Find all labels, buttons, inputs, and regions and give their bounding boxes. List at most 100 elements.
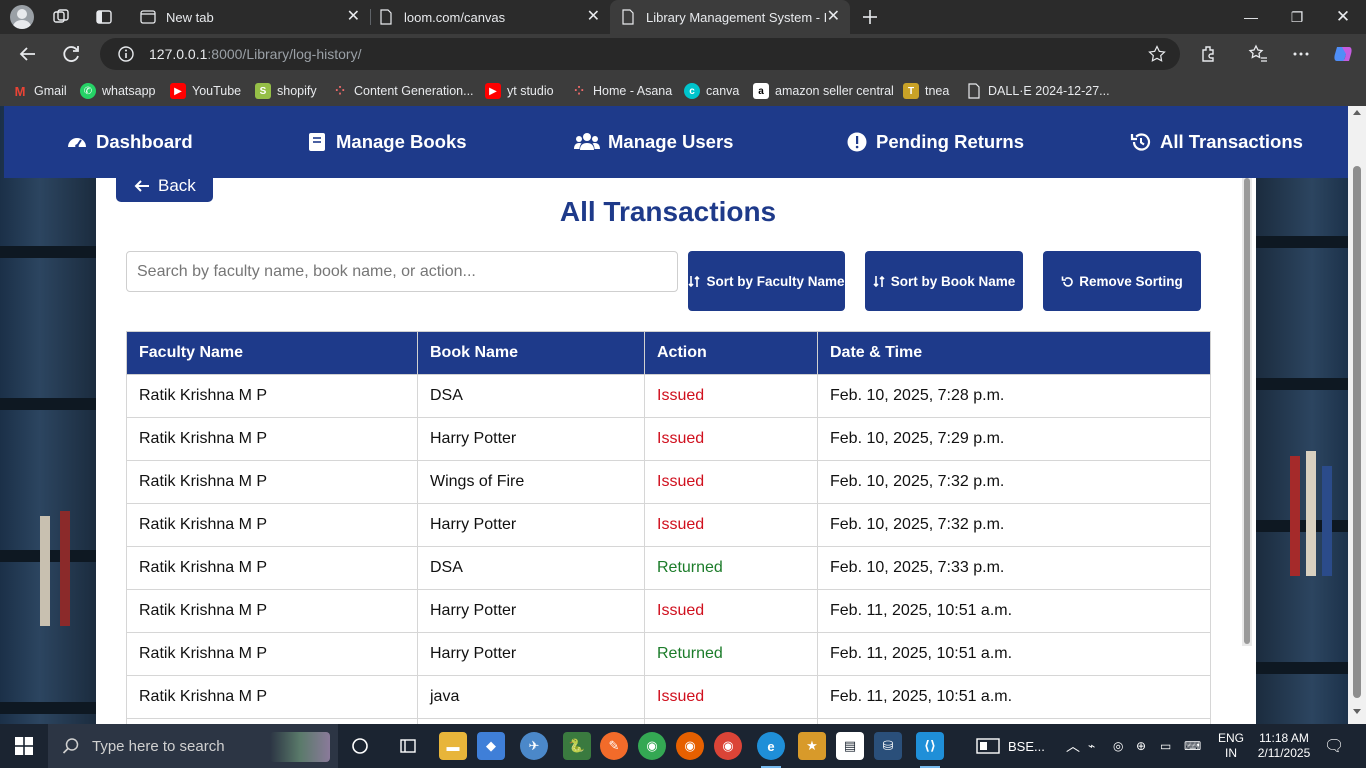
clock-time: 11:18 AM <box>1259 731 1309 745</box>
document-icon <box>622 9 634 25</box>
back-button-label: Back <box>158 176 196 195</box>
bookshelf-background-left <box>0 106 100 724</box>
bookmark-youtube[interactable]: ▶ YouTube <box>170 82 241 100</box>
tab-loom[interactable]: loom.com/canvas ✕ <box>370 0 610 34</box>
bookmark-tnea[interactable]: Ttnea <box>903 82 949 100</box>
bookmark-shopify[interactable]: Sshopify <box>255 82 317 100</box>
back-arrow-icon[interactable] <box>17 43 39 65</box>
search-input[interactable] <box>126 251 678 292</box>
bookmark-canva[interactable]: c canva <box>684 82 739 100</box>
edge-icon[interactable]: e <box>757 732 785 768</box>
documents-icon[interactable]: ▤ <box>836 732 864 760</box>
globe-icon[interactable]: ⊕ <box>1136 724 1146 768</box>
chrome-profile-icon[interactable]: ◉ <box>714 732 742 760</box>
restore-icon[interactable]: ❐ <box>1274 0 1320 34</box>
nav-dashboard-label: Dashboard <box>96 131 193 152</box>
remove-sorting-button[interactable]: Remove Sorting <box>1043 251 1201 311</box>
address-bar[interactable]: 127.0.0.1:8000/Library/log-history/ <box>100 38 1180 70</box>
notifications-icon[interactable]: 🗨 <box>1324 724 1344 768</box>
action-cell: Issued <box>644 589 818 633</box>
close-icon[interactable]: ✕ <box>347 9 360 25</box>
workspaces-icon[interactable] <box>52 8 70 26</box>
favorite-star-icon[interactable] <box>1148 45 1166 63</box>
language-indicator[interactable]: ENG IN <box>1218 724 1244 768</box>
network-off-icon[interactable]: ⌁ <box>1088 724 1095 768</box>
postman-icon[interactable]: ✎ <box>600 732 628 760</box>
bookmark-label: yt studio <box>507 84 554 98</box>
firefox-icon[interactable]: ◉ <box>676 732 704 760</box>
sort-by-book-button[interactable]: Sort by Book Name <box>865 251 1023 311</box>
nav-pending-returns[interactable]: Pending Returns <box>846 106 1024 178</box>
content-card: Back All Transactions Sort by Faculty Na… <box>96 170 1256 724</box>
vscode-icon[interactable]: ⟨⟩ <box>916 732 944 768</box>
bookmark-content-generation[interactable]: ⁘ Content Generation... <box>332 82 474 100</box>
scroll-up-icon[interactable] <box>1353 110 1361 115</box>
scrollbar-thumb[interactable] <box>1353 166 1361 698</box>
chrome-icon[interactable]: ◉ <box>638 732 666 760</box>
nav-manage-users[interactable]: Manage Users <box>574 106 733 178</box>
shopify-icon: S <box>255 83 271 99</box>
bse-app[interactable]: BSE... <box>976 724 1045 768</box>
book-spine <box>1306 451 1316 576</box>
column-header-book[interactable]: Book Name <box>417 331 645 375</box>
taskbar-search-box[interactable]: Type here to search <box>48 724 338 768</box>
tray-chevron-icon[interactable]: ︿ <box>1066 724 1080 768</box>
scrollbar-thumb[interactable] <box>1244 178 1250 644</box>
bookmark-label: amazon seller central <box>775 84 894 98</box>
keyboard-icon[interactable]: ⌨ <box>1184 724 1201 768</box>
sort-by-faculty-button[interactable]: Sort by Faculty Name <box>688 251 845 311</box>
app-icon[interactable]: ✈ <box>520 732 548 760</box>
tab-actions-icon[interactable] <box>95 8 113 26</box>
nav-manage-books[interactable]: Manage Books <box>306 106 467 178</box>
nav-all-transactions[interactable]: All Transactions <box>1130 106 1303 178</box>
content-scrollbar[interactable] <box>1242 178 1252 646</box>
column-header-datetime[interactable]: Date & Time <box>817 331 1211 375</box>
action-cell: Issued <box>644 374 818 418</box>
site-info-icon[interactable] <box>118 46 134 62</box>
windows-logo-icon <box>15 737 33 755</box>
database-icon[interactable]: ⛁ <box>874 732 902 760</box>
action-cell: Issued <box>644 460 818 504</box>
start-button[interactable] <box>0 724 48 768</box>
bookmark-home-asana[interactable]: ⁘ Home - Asana <box>571 82 672 100</box>
bookmark-label: canva <box>706 84 740 98</box>
bookmark-gmail[interactable]: M Gmail <box>12 82 67 100</box>
tab-library-management[interactable]: Library Management System - Bo ✕ <box>610 0 850 34</box>
window-close-icon[interactable]: ✕ <box>1320 0 1366 34</box>
task-view-icon[interactable] <box>346 732 374 760</box>
new-tab-plus-icon[interactable] <box>861 8 879 26</box>
trophy-icon[interactable]: ★ <box>798 732 826 760</box>
column-header-action[interactable]: Action <box>644 331 818 375</box>
git-icon[interactable]: ◆ <box>477 732 505 760</box>
refresh-icon[interactable] <box>60 43 82 65</box>
bookmark-whatsapp[interactable]: ✆ whatsapp <box>80 82 156 100</box>
camera-icon[interactable]: ◎ <box>1113 724 1123 768</box>
copilot-icon[interactable] <box>1332 43 1354 65</box>
nav-dashboard[interactable]: Dashboard <box>66 106 193 178</box>
bookmark-yt-studio[interactable]: ▶ yt studio <box>485 82 554 100</box>
close-icon[interactable]: ✕ <box>827 9 840 25</box>
more-options-icon[interactable] <box>1291 44 1311 64</box>
bookmark-dalle[interactable]: DALL·E 2024-12-27... <box>966 82 1110 100</box>
tab-label: New tab <box>166 9 214 25</box>
faculty-cell: Ratik Krishna M P <box>126 460 418 504</box>
book-cell: Harry Potter <box>417 589 645 633</box>
book-cell: Wings of Fire <box>417 460 645 504</box>
favorites-icon[interactable] <box>1248 44 1268 64</box>
battery-icon[interactable]: ▭ <box>1160 724 1171 768</box>
python-icon[interactable]: 🐍 <box>563 732 591 760</box>
column-header-faculty[interactable]: Faculty Name <box>126 331 418 375</box>
bookmark-label: Gmail <box>34 84 67 98</box>
extensions-icon[interactable] <box>1199 44 1219 64</box>
system-clock[interactable]: 11:18 AM 2/11/2025 <box>1254 731 1314 761</box>
minimize-icon[interactable]: — <box>1228 0 1274 34</box>
page-scrollbar[interactable] <box>1348 106 1366 724</box>
url-text[interactable]: 127.0.0.1:8000/Library/log-history/ <box>149 46 361 62</box>
close-icon[interactable]: ✕ <box>587 9 600 25</box>
scroll-down-icon[interactable] <box>1353 709 1361 714</box>
bookmark-amazon[interactable]: a amazon seller central <box>753 82 894 100</box>
profile-avatar[interactable] <box>10 5 34 29</box>
widgets-icon[interactable] <box>394 732 422 760</box>
tab-new-tab[interactable]: New tab ✕ <box>128 0 370 34</box>
file-explorer-icon[interactable]: ▬ <box>439 732 467 760</box>
